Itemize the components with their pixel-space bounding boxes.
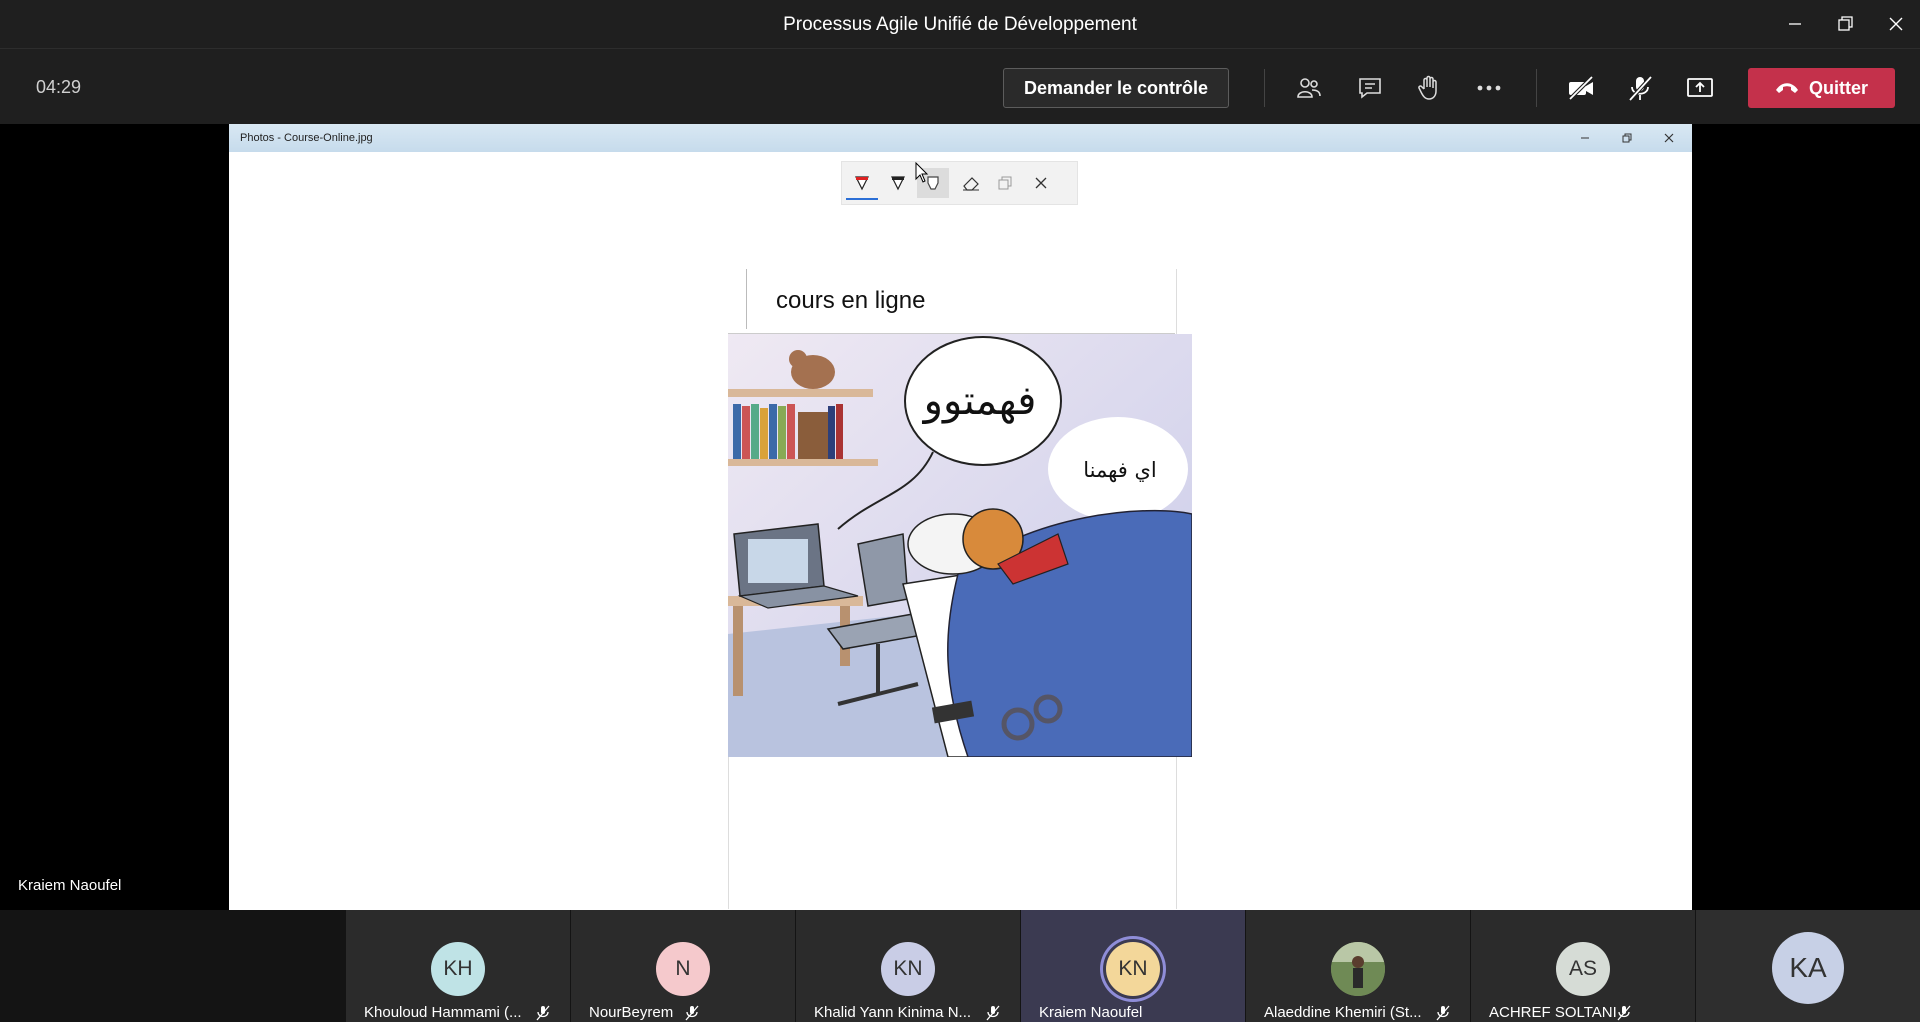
person-photo-icon: [1331, 942, 1385, 996]
participant-tile[interactable]: Alaeddine Khemiri (St...: [1246, 910, 1470, 1022]
mic-toggle-button[interactable]: [1621, 69, 1659, 107]
call-timer: 04:29: [36, 77, 82, 97]
participants-icon: [1297, 78, 1321, 98]
photos-close-button[interactable]: [1659, 130, 1679, 146]
close-icon: [1664, 133, 1674, 143]
self-view-tile[interactable]: KA: [1696, 910, 1920, 1022]
avatar: KN: [1106, 942, 1160, 996]
ballpoint-pen-tool[interactable]: [846, 168, 878, 200]
pencil-black-icon: [891, 176, 905, 191]
toolbar-divider: [1536, 69, 1537, 107]
participant-tile-active-speaker[interactable]: KN Kraiem Naoufel: [1021, 910, 1245, 1022]
minimize-icon: [1581, 137, 1589, 139]
copy-icon: [998, 176, 1012, 190]
pen-red-icon: [855, 176, 869, 191]
participant-name: Kraiem Naoufel: [1039, 1004, 1143, 1021]
mic-muted-icon: [1617, 1005, 1631, 1021]
raise-hand-button[interactable]: [1410, 69, 1448, 107]
share-screen-icon: [1687, 78, 1713, 97]
mic-muted-icon: [536, 1005, 550, 1021]
photos-title-bar: Photos - Course-Online.jpg: [229, 124, 1692, 152]
mic-muted-icon: [986, 1005, 1000, 1021]
raise-hand-icon: [1418, 75, 1437, 100]
request-control-button[interactable]: Demander le contrôle: [1003, 68, 1229, 108]
restore-icon: [1838, 16, 1853, 31]
meeting-toolbar: 04:29 Demander le contrôle Quitter: [0, 48, 1920, 125]
participant-name: Khalid Yann Kinima N...: [814, 1004, 972, 1021]
eraser-icon: [963, 177, 979, 191]
participant-name: Alaeddine Khemiri (St...: [1264, 1004, 1422, 1021]
toolbar-divider: [1264, 69, 1265, 107]
title-bar: Processus Agile Unifié de Développement: [0, 0, 1920, 48]
minimize-button[interactable]: [1775, 8, 1815, 40]
close-icon: [1889, 17, 1903, 31]
hang-up-icon: [1775, 83, 1798, 93]
mouse-cursor-icon: [915, 162, 929, 183]
ink-close-button[interactable]: [1025, 168, 1057, 198]
camera-toggle-button[interactable]: [1562, 69, 1600, 107]
more-options-button[interactable]: [1470, 69, 1508, 107]
minimize-icon: [1789, 23, 1801, 25]
quit-button[interactable]: Quitter: [1748, 68, 1895, 108]
restore-button[interactable]: [1826, 8, 1866, 40]
camera-off-icon: [1568, 75, 1594, 101]
photos-window-title: Photos - Course-Online.jpg: [240, 132, 373, 144]
screen-share-stage: Photos - Course-Online.jpg cours en lign…: [0, 124, 1920, 910]
copy-tool[interactable]: [989, 168, 1021, 198]
image-heading: cours en ligne: [776, 287, 926, 314]
participant-tile[interactable]: KN Khalid Yann Kinima N...: [796, 910, 1020, 1022]
eraser-tool[interactable]: [955, 168, 987, 198]
self-avatar: KA: [1772, 932, 1844, 1004]
mic-muted-icon: [685, 1005, 699, 1021]
participant-name: Khouloud Hammami (...: [364, 1004, 522, 1021]
avatar-photo: [1331, 942, 1385, 996]
share-screen-button[interactable]: [1681, 69, 1719, 107]
mic-muted-icon: [1436, 1005, 1450, 1021]
avatar: KH: [431, 942, 485, 996]
avatar: KN: [881, 942, 935, 996]
quit-label: Quitter: [1808, 77, 1868, 98]
speech-bubble-reply: اي فهمنا: [1083, 458, 1157, 482]
chat-button[interactable]: [1351, 69, 1389, 107]
photos-restore-button[interactable]: [1617, 130, 1637, 146]
close-button[interactable]: [1876, 8, 1916, 40]
participant-strip: KH Khouloud Hammami (... N NourBeyrem KN…: [0, 910, 1920, 1022]
pencil-tool[interactable]: [882, 168, 914, 198]
mic-off-icon: [1628, 75, 1653, 102]
participant-tile[interactable]: N NourBeyrem: [571, 910, 795, 1022]
avatar: AS: [1556, 942, 1610, 996]
participant-name: NourBeyrem: [589, 1004, 674, 1021]
active-speaker-name: Kraiem Naoufel: [18, 877, 122, 894]
image-heading-area: cours en ligne: [728, 269, 1175, 334]
shared-window: Photos - Course-Online.jpg cours en lign…: [229, 124, 1692, 910]
window-title: Processus Agile Unifié de Développement: [783, 14, 1137, 35]
avatar: N: [656, 942, 710, 996]
participant-tile[interactable]: KH Khouloud Hammami (...: [346, 910, 570, 1022]
restore-icon: [1622, 133, 1632, 143]
ink-toolbar: [841, 161, 1078, 205]
speech-bubble-main: فهمتوو: [922, 378, 1037, 424]
cartoon-illustration: فهمتوو اي فهمنا: [728, 334, 1192, 757]
participant-tile[interactable]: AS ACHREF SOLTANI: [1471, 910, 1695, 1022]
participants-button[interactable]: [1290, 69, 1328, 107]
heading-rule: [746, 269, 747, 329]
more-icon: [1477, 85, 1501, 91]
photos-minimize-button[interactable]: [1575, 130, 1595, 146]
chat-icon: [1359, 78, 1381, 99]
close-icon: [1035, 177, 1047, 189]
